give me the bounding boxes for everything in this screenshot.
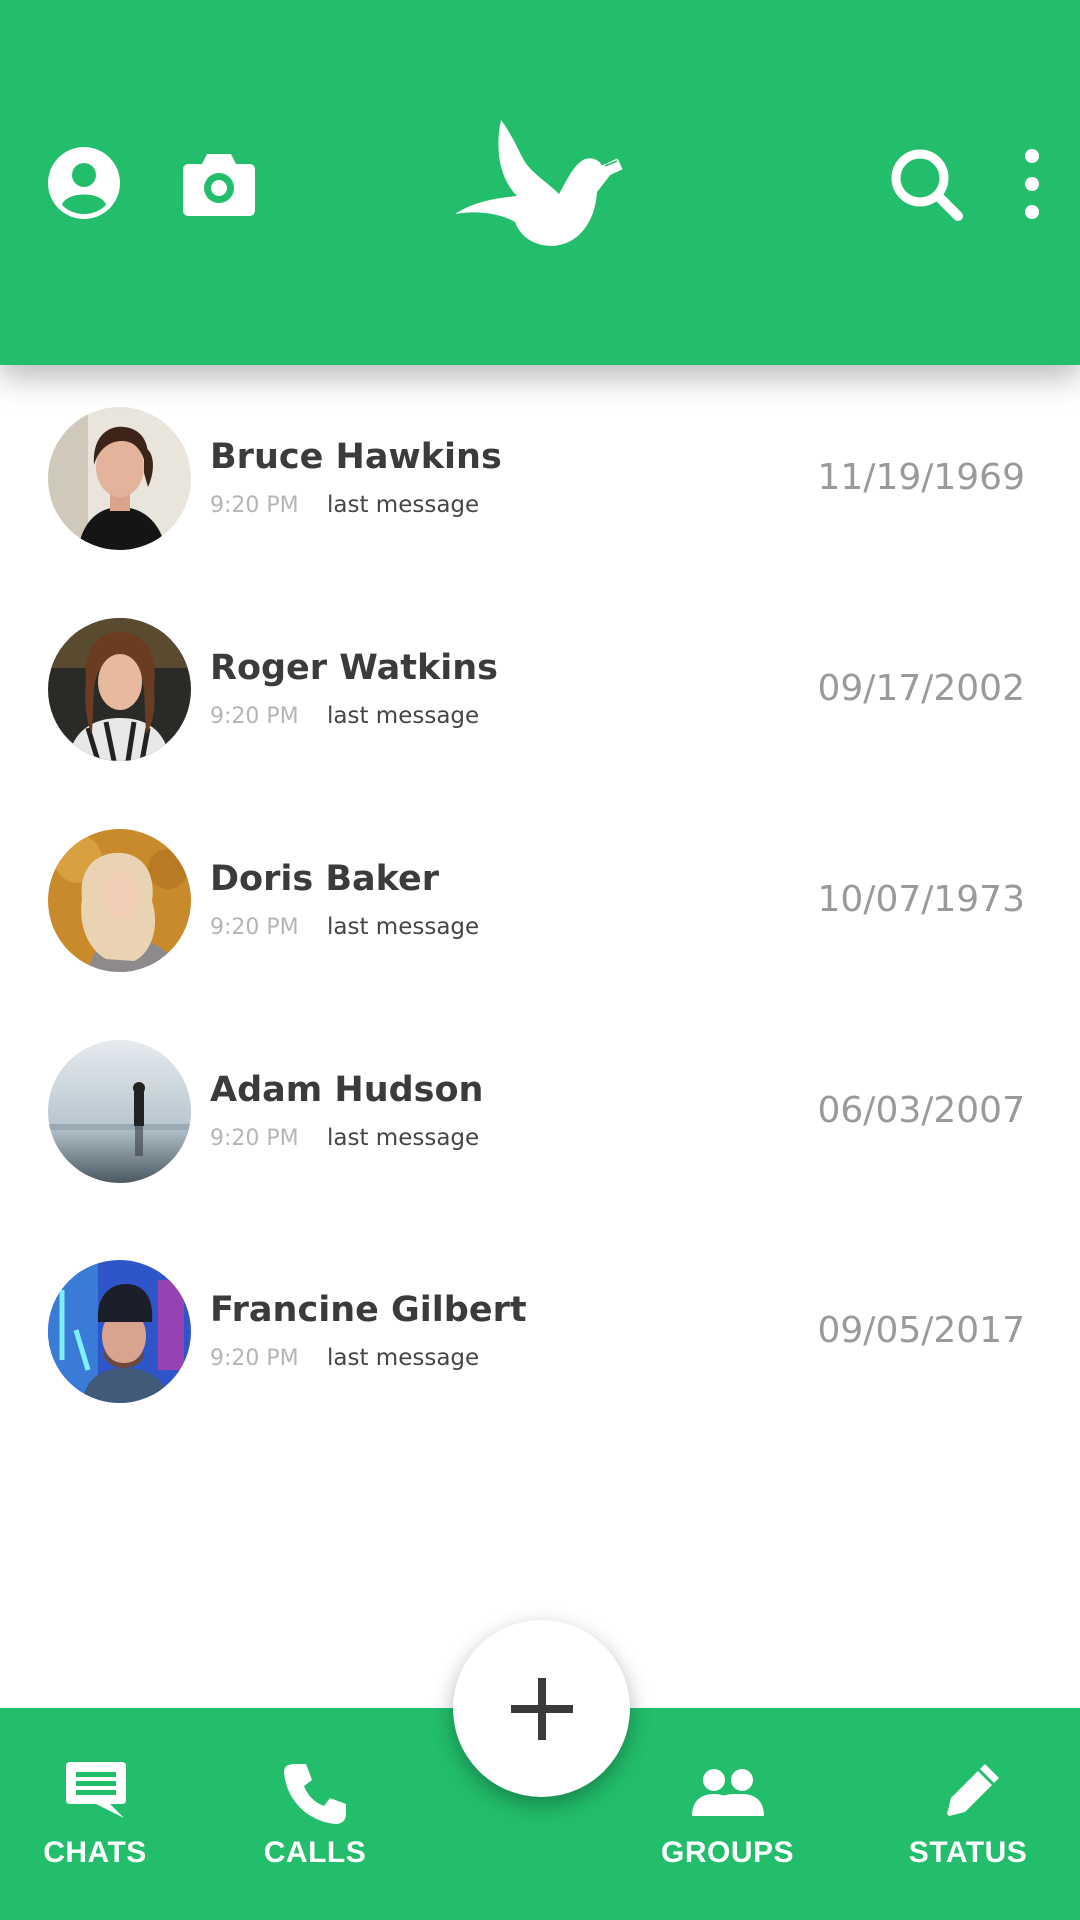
camera-icon[interactable] <box>183 150 255 216</box>
nav-groups[interactable]: GROUPS <box>655 1708 800 1920</box>
search-icon[interactable] <box>890 148 965 223</box>
message-time: 9:20 PM <box>210 1126 299 1151</box>
dove-icon <box>455 120 623 246</box>
chat-row[interactable]: Doris Baker 9:20 PM last message 10/07/1… <box>0 829 1080 979</box>
nav-label: CALLS <box>263 1836 367 1869</box>
groups-icon <box>692 1769 764 1816</box>
last-message: last message <box>327 1345 480 1371</box>
more-vert-icon[interactable] <box>1020 148 1044 220</box>
chat-date: 11/19/1969 <box>817 457 1026 498</box>
last-message: last message <box>327 492 480 518</box>
profile-icon[interactable] <box>48 147 120 219</box>
nav-label: STATUS <box>908 1836 1028 1869</box>
avatar <box>48 618 191 761</box>
contact-name: Bruce Hawkins <box>210 437 502 477</box>
avatar <box>48 407 191 550</box>
chat-row[interactable]: Bruce Hawkins 9:20 PM last message 11/19… <box>0 407 1080 557</box>
contact-name: Doris Baker <box>210 859 440 899</box>
nav-label: CHATS <box>43 1836 147 1869</box>
new-chat-button[interactable] <box>453 1620 630 1797</box>
avatar <box>48 1040 191 1183</box>
chat-date: 09/17/2002 <box>817 668 1026 709</box>
chat-date: 09/05/2017 <box>817 1310 1026 1351</box>
chat-date: 10/07/1973 <box>817 879 1026 920</box>
nav-chats[interactable]: CHATS <box>30 1708 160 1920</box>
avatar <box>48 829 191 972</box>
contact-name: Adam Hudson <box>210 1070 484 1110</box>
avatar <box>48 1260 191 1403</box>
nav-status[interactable]: STATUS <box>903 1708 1033 1920</box>
message-time: 9:20 PM <box>210 915 299 940</box>
message-time: 9:20 PM <box>210 1346 299 1371</box>
chat-date: 06/03/2007 <box>817 1090 1026 1131</box>
pencil-icon <box>947 1764 999 1816</box>
plus-icon <box>511 1678 573 1740</box>
chat-row[interactable]: Francine Gilbert 9:20 PM last message 09… <box>0 1260 1080 1410</box>
last-message: last message <box>327 914 480 940</box>
chat-row[interactable]: Adam Hudson 9:20 PM last message 06/03/2… <box>0 1040 1080 1190</box>
nav-label: GROUPS <box>660 1836 795 1869</box>
chat-row[interactable]: Roger Watkins 9:20 PM last message 09/17… <box>0 618 1080 768</box>
contact-name: Francine Gilbert <box>210 1290 527 1330</box>
contact-name: Roger Watkins <box>210 648 498 688</box>
last-message: last message <box>327 1125 480 1151</box>
chat-icon <box>66 1762 126 1818</box>
nav-calls[interactable]: CALLS <box>250 1708 380 1920</box>
phone-icon <box>284 1764 346 1824</box>
message-time: 9:20 PM <box>210 704 299 729</box>
last-message: last message <box>327 703 480 729</box>
message-time: 9:20 PM <box>210 493 299 518</box>
app-header <box>0 0 1080 365</box>
